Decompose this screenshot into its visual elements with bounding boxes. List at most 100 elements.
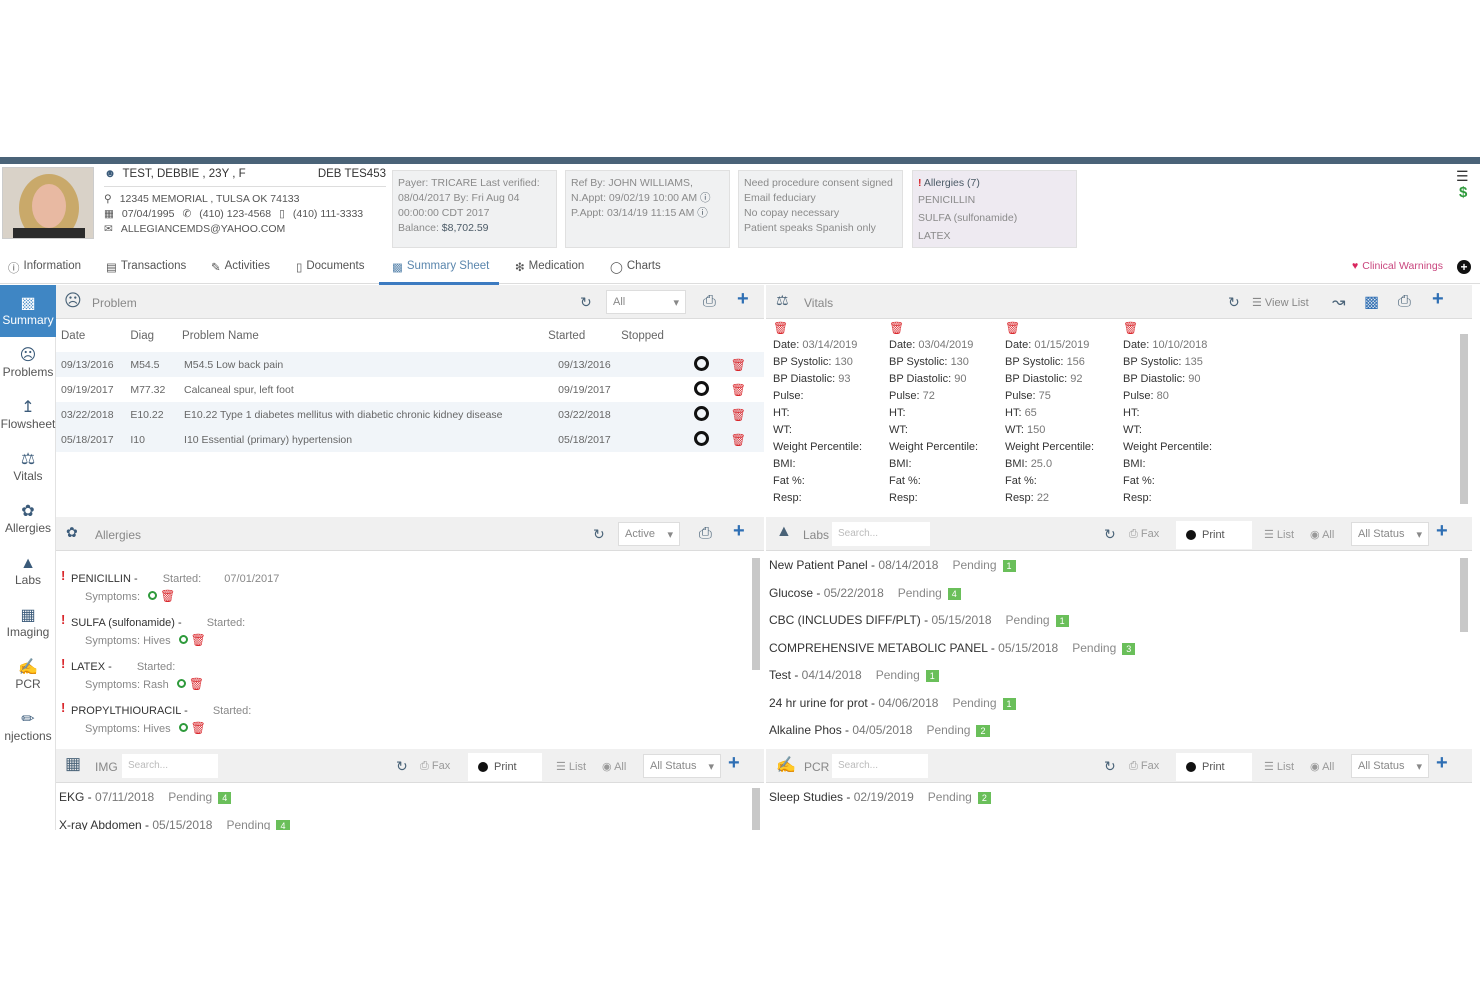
lab-item[interactable]: Alkaline Phos - 04/05/2018 Pending 2	[769, 723, 990, 737]
dollar-icon[interactable]: $	[1459, 184, 1467, 201]
allergy-card[interactable]: ! Allergies (7) PENICILLIN SULFA (sulfon…	[912, 170, 1077, 248]
patient-email[interactable]: ALLEGIANCEMDS@YAHOO.COM	[121, 223, 286, 235]
allergy-item[interactable]: ! PROPYLTHIOURACIL - Started: Symptoms: …	[61, 700, 251, 738]
print-icon[interactable]: ⎙	[1398, 293, 1411, 311]
labs-status-select[interactable]: All Status ▾	[1351, 522, 1429, 546]
tab-activities[interactable]: ✎ Activities	[211, 260, 270, 274]
print-icon[interactable]: ⎙	[699, 525, 712, 543]
trash-icon[interactable]: 🗑	[731, 408, 746, 422]
tab-information[interactable]: ⓘ Information	[8, 260, 81, 276]
vitals-column[interactable]: 🗑 Date: 01/15/2019 BP Systolic: 156 BP D…	[1005, 320, 1094, 507]
trash-icon[interactable]: 🗑	[731, 433, 746, 447]
lab-item[interactable]: 24 hr urine for prot - 04/06/2018 Pending…	[769, 696, 1016, 710]
refresh-icon[interactable]: ↻	[1104, 526, 1116, 543]
pcr-search-input[interactable]: Search...	[832, 754, 928, 778]
trash-icon[interactable]: 🗑	[731, 358, 746, 372]
sidebar-item-labs[interactable]: ▲ Labs	[0, 545, 56, 597]
sidebar-item-flowsheet[interactable]: ↥ Flowsheet	[0, 389, 56, 441]
trash-icon[interactable]: 🗑	[773, 320, 862, 337]
list-button[interactable]: ☰ List	[556, 760, 586, 773]
edit-icon[interactable]	[176, 679, 186, 688]
img-search-input[interactable]: Search...	[122, 754, 218, 778]
allergies-scrollbar[interactable]	[752, 558, 760, 670]
trash-icon[interactable]: 🗑	[889, 320, 978, 337]
labs-scrollbar[interactable]	[1460, 558, 1468, 632]
labs-print-button[interactable]: Print	[1176, 521, 1252, 549]
trash-icon[interactable]: 🗑	[191, 721, 206, 735]
all-button[interactable]: ◉ All	[1310, 760, 1334, 773]
table-row[interactable]: 09/13/2016 M54.5 M54.5 Low back pain 09/…	[56, 352, 764, 377]
view-list-button[interactable]: ☰ View List	[1252, 296, 1309, 309]
print-icon[interactable]: ⎙	[703, 293, 716, 311]
edit-icon[interactable]	[178, 635, 188, 644]
trash-icon[interactable]: 🗑	[189, 677, 204, 691]
pcr-print-button[interactable]: Print	[1176, 753, 1252, 781]
table-row[interactable]: 09/19/2017 M77.32 Calcaneal spur, left f…	[56, 377, 764, 402]
edit-icon[interactable]	[148, 591, 158, 600]
refresh-icon[interactable]: ↻	[396, 758, 408, 775]
img-status-select[interactable]: All Status ▾	[643, 754, 721, 778]
img-item[interactable]: X-ray Abdomen - 05/15/2018 Pending 4	[59, 818, 290, 830]
sidebar-item-problems[interactable]: ☹ Problems	[0, 337, 56, 389]
info-icon[interactable]: ⓘ	[700, 192, 711, 204]
bar-chart-icon[interactable]: ▩	[1364, 292, 1379, 312]
fax-button[interactable]: ⎙ Fax	[1129, 760, 1159, 773]
add-pcr-button[interactable]: +	[1436, 752, 1448, 775]
list-button[interactable]: ☰ List	[1264, 528, 1294, 541]
vitals-scrollbar[interactable]	[1460, 334, 1468, 504]
refresh-icon[interactable]: ↻	[1104, 758, 1116, 775]
refresh-icon[interactable]: ↻	[1228, 294, 1240, 311]
tab-summary-sheet[interactable]: ▩ Summary Sheet	[392, 260, 489, 274]
tab-medication[interactable]: ❇ Medication	[515, 260, 584, 274]
lab-item[interactable]: Test - 04/14/2018 Pending 1	[769, 668, 939, 682]
trash-icon[interactable]: 🗑	[1123, 320, 1212, 337]
trash-icon[interactable]: 🗑	[191, 633, 206, 647]
labs-search-input[interactable]: Search...	[832, 522, 930, 546]
info-icon[interactable]: ⓘ	[697, 207, 708, 219]
payer-card[interactable]: Payer: TRICARE Last verified: 08/04/2017…	[392, 170, 557, 248]
add-img-button[interactable]: +	[728, 752, 740, 775]
table-row[interactable]: 03/22/2018 E10.22 E10.22 Type 1 diabetes…	[56, 402, 764, 427]
add-vitals-button[interactable]: +	[1432, 288, 1444, 311]
tab-transactions[interactable]: ▤ Transactions	[106, 260, 186, 274]
sidebar-item-imaging[interactable]: ▦ Imaging	[0, 597, 56, 649]
referral-card[interactable]: Ref By: JOHN WILLIAMS, N.Appt: 09/02/19 …	[565, 170, 730, 248]
resolve-icon[interactable]	[693, 380, 709, 396]
line-chart-icon[interactable]: ↝	[1332, 292, 1345, 312]
fax-button[interactable]: ⎙ Fax	[420, 760, 450, 773]
pcr-status-select[interactable]: All Status ▾	[1351, 754, 1429, 778]
allergy-item[interactable]: ! LATEX - Started: Symptoms: Rash 🗑	[61, 656, 204, 694]
allergy-item[interactable]: ! SULFA (sulfonamide) - Started: Symptom…	[61, 612, 245, 650]
lab-item[interactable]: COMPREHENSIVE METABOLIC PANEL - 05/15/20…	[769, 641, 1136, 655]
resolve-icon[interactable]	[693, 355, 709, 371]
tab-documents[interactable]: ▯ Documents	[296, 260, 365, 274]
lab-item[interactable]: Glucose - 05/22/2018 Pending 4	[769, 586, 961, 600]
allergy-filter-select[interactable]: Active ▾	[618, 522, 680, 546]
refresh-icon[interactable]: ↻	[593, 526, 605, 543]
resolve-icon[interactable]	[693, 405, 709, 421]
notes-card[interactable]: Need procedure consent signed Email fedu…	[738, 170, 903, 248]
lab-item[interactable]: CBC (INCLUDES DIFF/PLT) - 05/15/2018 Pend…	[769, 613, 1069, 627]
add-problem-button[interactable]: +	[737, 288, 749, 311]
trash-icon[interactable]: 🗑	[731, 383, 746, 397]
clinical-warnings-link[interactable]: ♥ Clinical Warnings	[1352, 260, 1443, 272]
allergy-item[interactable]: ! PENICILLIN - Started: 07/01/2017 Sympt…	[61, 568, 279, 606]
vitals-column[interactable]: 🗑 Date: 10/10/2018 BP Systolic: 135 BP D…	[1123, 320, 1212, 507]
patient-photo[interactable]	[2, 167, 94, 239]
vitals-column[interactable]: 🗑 Date: 03/14/2019 BP Systolic: 130 BP D…	[773, 320, 862, 507]
add-allergy-button[interactable]: +	[733, 520, 745, 543]
all-button[interactable]: ◉ All	[602, 760, 626, 773]
edit-icon[interactable]	[178, 723, 188, 732]
trash-icon[interactable]: 🗑	[160, 589, 175, 603]
patient-name[interactable]: TEST, DEBBIE , 23Y , F	[123, 168, 246, 180]
sidebar-item-allergies[interactable]: ✿ Allergies	[0, 493, 56, 545]
vitals-column[interactable]: 🗑 Date: 03/04/2019 BP Systolic: 130 BP D…	[889, 320, 978, 507]
img-item[interactable]: EKG - 07/11/2018 Pending 4	[59, 790, 232, 804]
add-lab-button[interactable]: +	[1436, 520, 1448, 543]
img-print-button[interactable]: Print	[468, 753, 542, 781]
menu-icon[interactable]: ☰	[1456, 168, 1469, 185]
sidebar-item-summary[interactable]: ▩ Summary	[0, 285, 56, 337]
list-button[interactable]: ☰ List	[1264, 760, 1294, 773]
fax-button[interactable]: ⎙ Fax	[1129, 528, 1159, 541]
table-row[interactable]: 05/18/2017 I10 I10 Essential (primary) h…	[56, 427, 764, 452]
